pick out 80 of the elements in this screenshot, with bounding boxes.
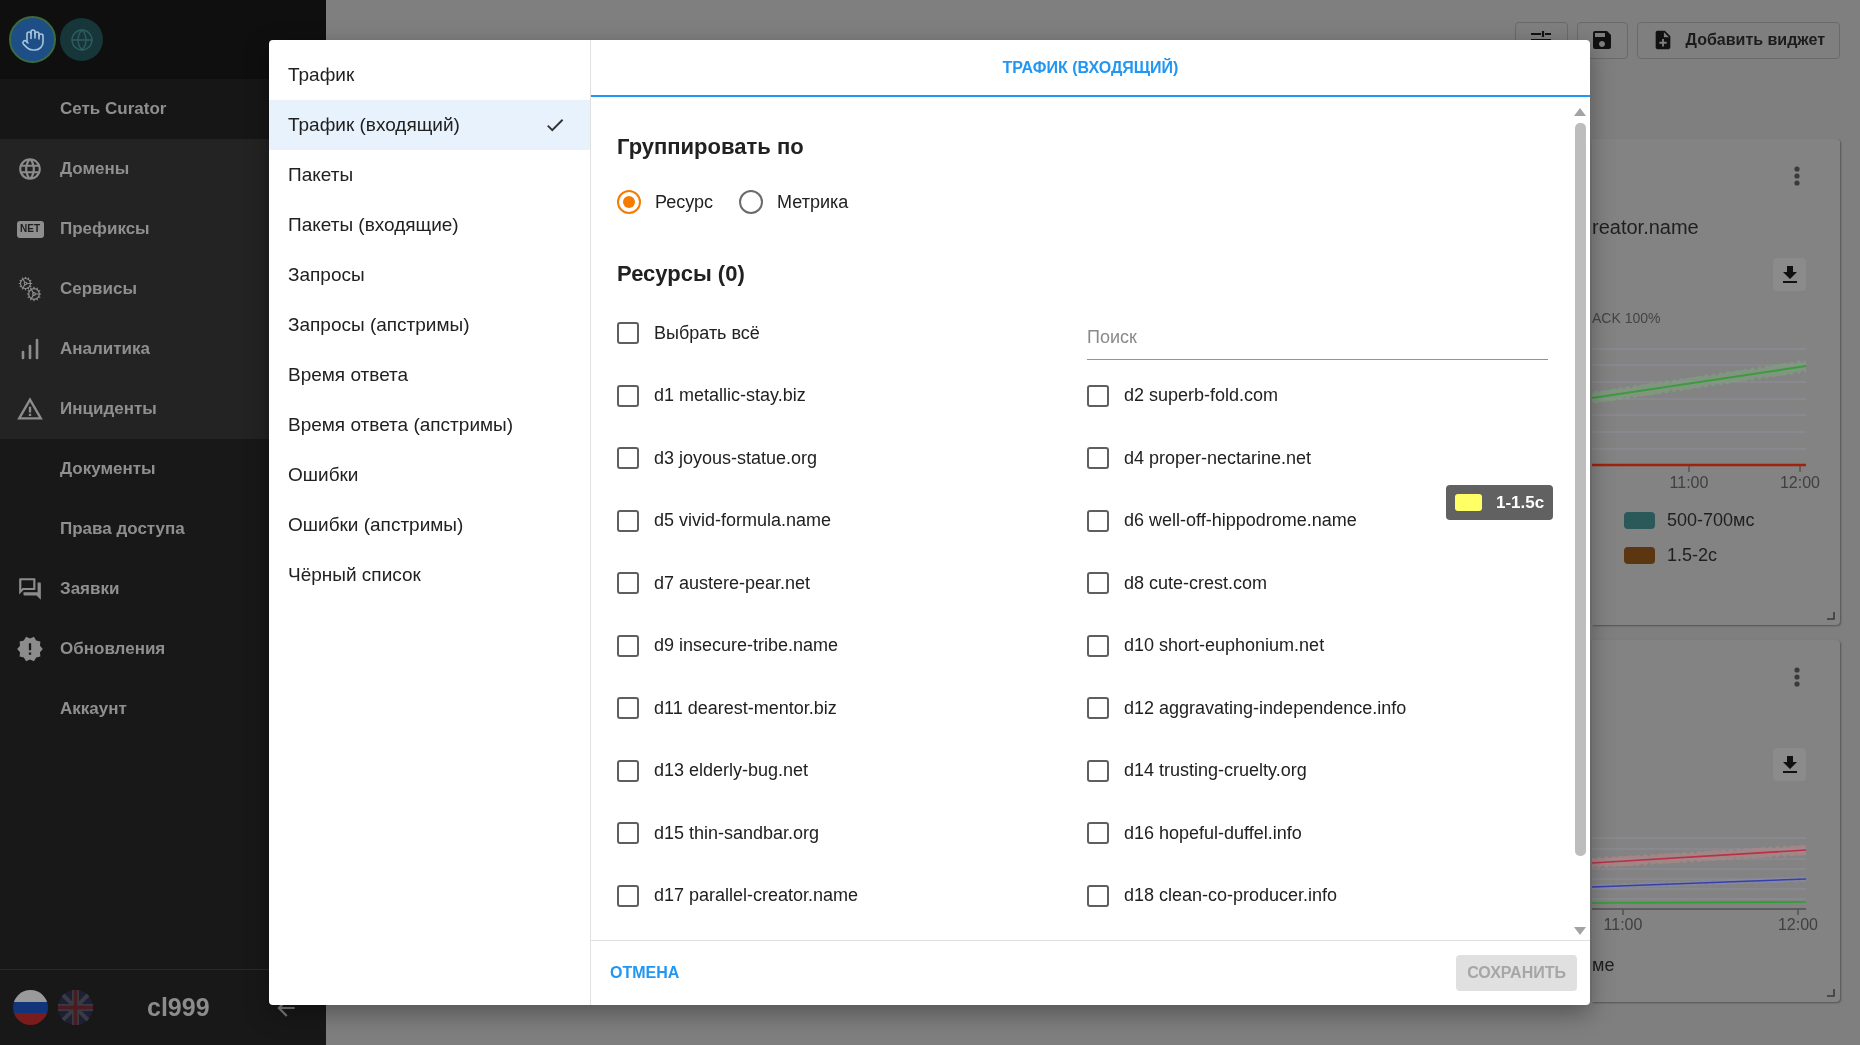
radio-button[interactable] bbox=[739, 190, 764, 214]
checkbox[interactable] bbox=[617, 634, 639, 657]
checkbox-label: d7 austere-pear.net bbox=[654, 571, 811, 595]
tooltip-label: 1-1.5с bbox=[1496, 491, 1545, 514]
axis-label: 11:00 bbox=[1603, 916, 1643, 933]
checkbox[interactable] bbox=[617, 322, 639, 345]
section-heading: Группировать по bbox=[617, 133, 805, 161]
checkbox[interactable] bbox=[617, 822, 639, 845]
checkbox[interactable] bbox=[1087, 884, 1109, 907]
radio-button[interactable] bbox=[617, 190, 641, 214]
axis-label: 11:00 bbox=[1669, 474, 1709, 491]
cancel-button[interactable]: ОТМЕНА bbox=[602, 955, 688, 991]
checkbox[interactable] bbox=[1087, 697, 1109, 720]
checkbox[interactable] bbox=[1087, 759, 1109, 782]
download-button[interactable] bbox=[1773, 748, 1806, 781]
checkbox-label: d13 elderly-bug.net bbox=[654, 759, 809, 783]
checkbox[interactable] bbox=[1087, 447, 1109, 470]
scrollbar-up-icon[interactable] bbox=[1574, 108, 1586, 116]
russian-flag-icon[interactable] bbox=[13, 990, 48, 1025]
globe-icon bbox=[17, 156, 43, 182]
chart-subtitle: ACK 100% bbox=[1592, 310, 1661, 327]
checkbox-label: d5 vivid-formula.name bbox=[654, 509, 832, 533]
resize-handle-icon[interactable] bbox=[1827, 612, 1835, 620]
checkbox-label: d15 thin-sandbar.org bbox=[654, 821, 820, 845]
more-vert-icon bbox=[1794, 667, 1800, 687]
sidebar-item[interactable]: Обновления bbox=[0, 619, 326, 679]
alert-badge-icon bbox=[16, 635, 44, 663]
checkbox[interactable] bbox=[617, 509, 639, 532]
checkbox[interactable] bbox=[617, 447, 639, 470]
add-widget-button[interactable]: Добавить виджет bbox=[1636, 21, 1840, 59]
checkbox-label: d6 well-off-hippodrome.name bbox=[1124, 509, 1357, 533]
checkbox[interactable] bbox=[1087, 634, 1109, 657]
checkbox-label: d14 trusting-cruelty.org bbox=[1124, 759, 1307, 783]
checkbox-label: d2 superb-fold.com bbox=[1124, 384, 1279, 408]
sliders-icon bbox=[1531, 30, 1552, 40]
checkbox-label: Выбрать всё bbox=[654, 321, 760, 345]
warning-icon bbox=[16, 395, 44, 423]
checkbox-label: d18 clean-co-producer.info bbox=[1124, 884, 1338, 908]
checkbox[interactable] bbox=[617, 384, 639, 407]
checkbox-label: d1 metallic-stay.biz bbox=[654, 384, 806, 408]
gears-icon bbox=[18, 276, 42, 302]
checkbox-label: d9 insecure-tribe.name bbox=[654, 634, 839, 658]
checkbox[interactable] bbox=[1087, 509, 1109, 532]
checkbox-label: d12 aggravating-independence.info bbox=[1124, 696, 1407, 720]
legend-label: 500-700мс bbox=[1667, 508, 1755, 532]
checkbox[interactable] bbox=[1087, 384, 1109, 407]
checkbox[interactable] bbox=[617, 759, 639, 782]
dialog-title: ТРАФИК (ВХОДЯЩИЙ) bbox=[1002, 57, 1179, 78]
axis-label: 12:00 bbox=[1778, 916, 1818, 933]
scrollbar-down-icon[interactable] bbox=[1574, 927, 1586, 935]
checkbox-label: d4 proper-nectarine.net bbox=[1124, 446, 1312, 470]
axis-label: 12:00 bbox=[1780, 474, 1820, 491]
checkbox-label: d3 joyous-statue.org bbox=[654, 446, 818, 470]
checkbox-label: d17 parallel-creator.name bbox=[654, 884, 859, 908]
checkbox-label: d11 dearest-mentor.biz bbox=[654, 696, 837, 720]
label-tag: NET bbox=[16, 220, 44, 238]
search-field[interactable]: Поиск bbox=[1087, 316, 1548, 360]
checkbox[interactable] bbox=[617, 572, 639, 595]
scrollbar-thumb[interactable] bbox=[1575, 123, 1586, 856]
chat-icon bbox=[17, 576, 43, 602]
section-heading: Ресурсы (0) bbox=[617, 260, 746, 288]
checkbox-label: d8 cute-crest.com bbox=[1124, 571, 1268, 595]
radio-label: Ресурс bbox=[655, 190, 714, 214]
resize-handle-icon[interactable] bbox=[1827, 989, 1835, 997]
widget-caption: ме bbox=[1592, 954, 1615, 976]
checkbox[interactable] bbox=[1087, 822, 1109, 845]
checkbox[interactable] bbox=[617, 697, 639, 720]
save-button: СОХРАНИТЬ bbox=[1456, 955, 1577, 991]
checkbox-label: d16 hopeful-duffel.info bbox=[1124, 821, 1302, 845]
checkbox[interactable] bbox=[1087, 572, 1109, 595]
user-name: cl999 bbox=[147, 991, 210, 1023]
hand-logo-icon[interactable] bbox=[9, 16, 56, 63]
checkbox-label: d10 short-euphonium.net bbox=[1124, 634, 1325, 658]
more-vert-icon bbox=[1794, 166, 1800, 186]
checkbox[interactable] bbox=[617, 884, 639, 907]
legend-label: 1.5-2с bbox=[1667, 543, 1718, 567]
download-button[interactable] bbox=[1773, 258, 1806, 291]
metric-menu-item[interactable]: Трафик (входящий) bbox=[269, 100, 590, 150]
widget-title: reator.name bbox=[1592, 215, 1699, 239]
radio-label: Метрика bbox=[777, 190, 849, 214]
